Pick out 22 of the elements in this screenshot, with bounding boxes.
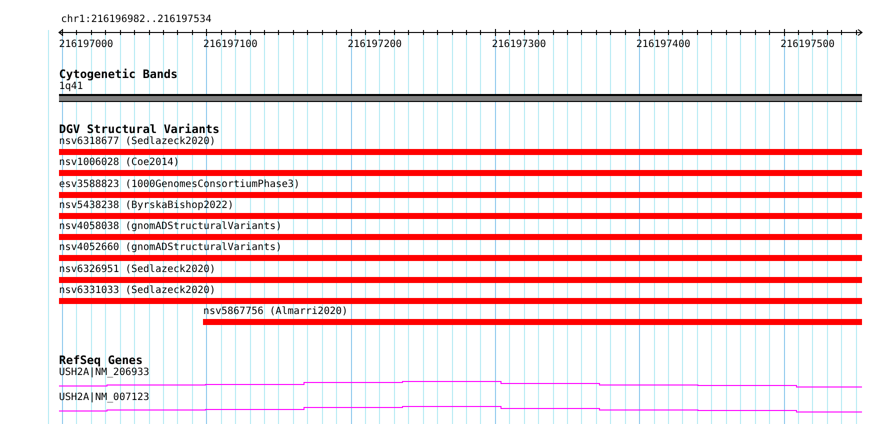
variant-label: nsv1006028 (Coe2014) [59, 157, 180, 170]
track-title: RefSeq Genes [59, 354, 143, 367]
tick-label: 216197200 [348, 39, 402, 51]
track-title: DGV Structural Variants [59, 123, 220, 136]
gene-label: USH2A|NM_007123 [59, 392, 150, 404]
variant-label: nsv5867756 (Almarri2020) [203, 306, 348, 318]
tick-label: 216197000 [59, 39, 114, 51]
variant-label: esv3588823 (1000GenomesConsortiumPhase3) [59, 178, 300, 191]
tick-label: 216197100 [203, 39, 258, 51]
band-label: 1q41 [59, 81, 84, 93]
variant-label: nsv6318677 (Sedlazeck2020) [59, 136, 216, 148]
tick-label: 216197300 [492, 39, 546, 51]
track-title: Cytogenetic Bands [59, 68, 178, 81]
variant-label: nsv6331033 (Sedlazeck2020) [59, 285, 216, 298]
variant-label: nsv4052660 (gnomADStructuralVariants) [59, 242, 282, 254]
variant-label: nsv5438238 (ByrskaBishop2022) [59, 200, 234, 212]
range-label: chr1:216196982..216197534 [61, 14, 212, 26]
tick-label: 216197400 [636, 39, 690, 51]
gene-label: USH2A|NM_206933 [59, 366, 150, 379]
tick-label: 216197500 [780, 39, 835, 51]
variant-label: nsv4058038 (gnomADStructuralVariants) [59, 221, 282, 234]
variant-label: nsv6326951 (Sedlazeck2020) [59, 264, 216, 276]
